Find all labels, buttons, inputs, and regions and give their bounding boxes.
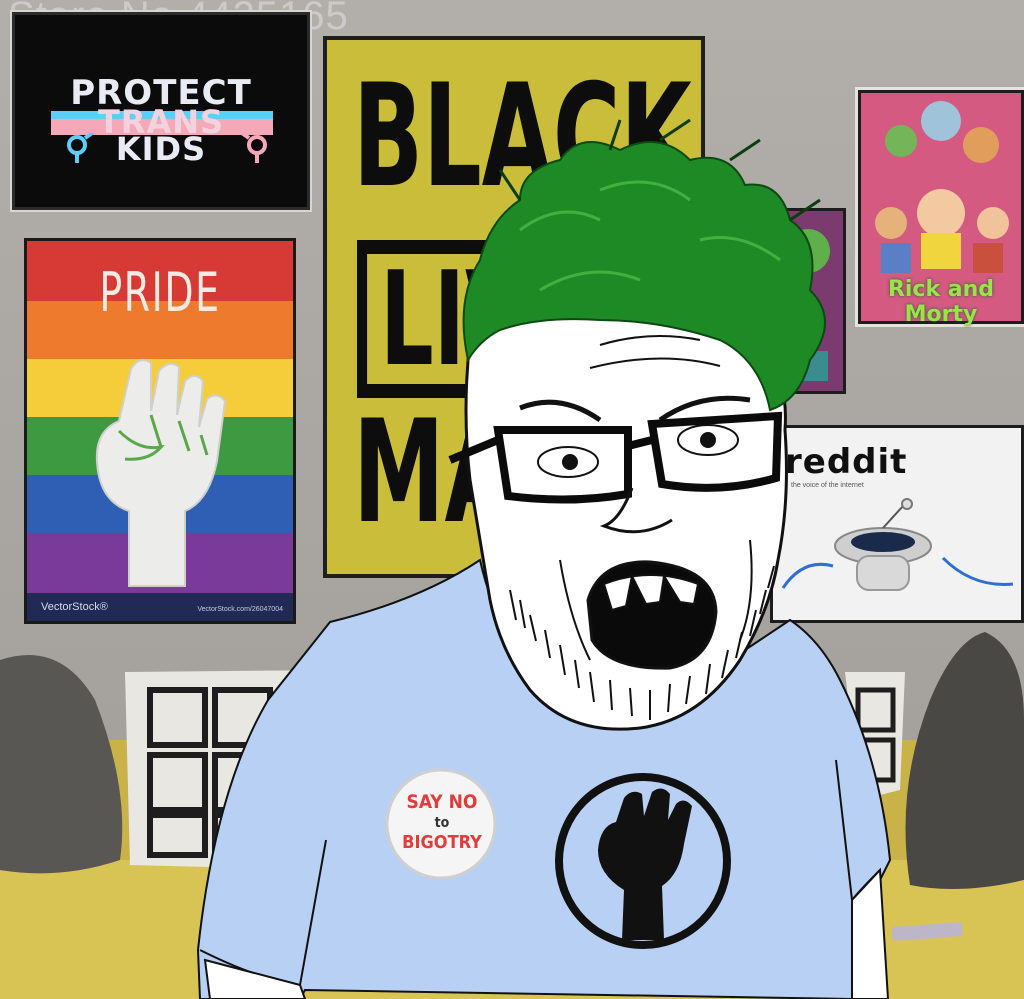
badge-text-line2: to bbox=[434, 815, 450, 831]
badge-text-line3: BIGOTRY bbox=[402, 832, 482, 853]
raised-fist-emblem-icon bbox=[555, 773, 731, 949]
soyjak-figure bbox=[196, 118, 892, 999]
soyjak-room-scene: Stare No 4425165 PROTECT TRANS KIDS PRID… bbox=[0, 0, 1024, 999]
badge-text-line1: SAY NO bbox=[406, 791, 478, 813]
